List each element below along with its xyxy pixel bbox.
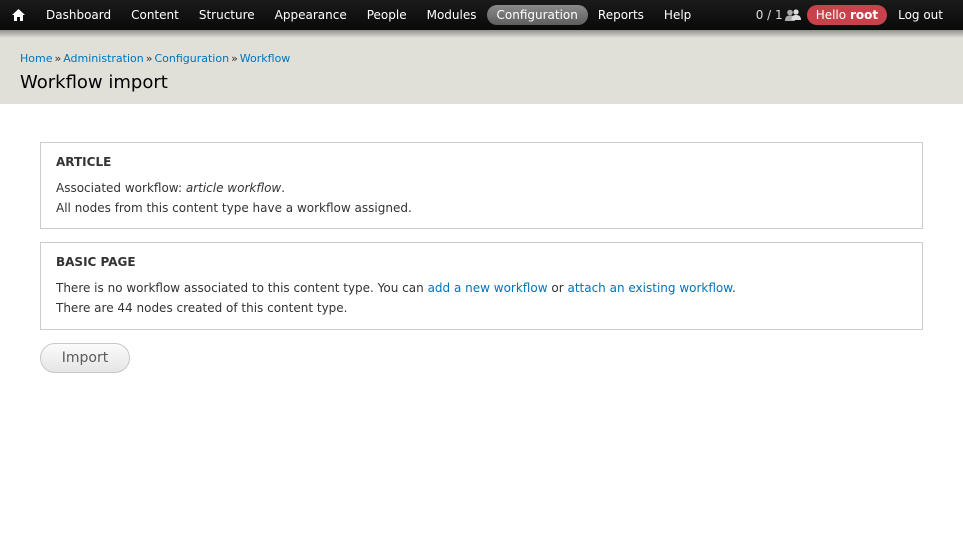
basic-page-fieldset: BASIC PAGE There is no workflow associat…: [40, 242, 923, 330]
basic-page-nodes-line: There are 44 nodes created of this conte…: [56, 301, 348, 315]
add-new-workflow-link[interactable]: add a new workflow: [428, 281, 548, 295]
online-users-count: 0 / 1: [755, 8, 783, 22]
basic-page-workflow-line: There is no workflow associated to this …: [56, 278, 907, 298]
toolbar-shadow: [0, 30, 963, 38]
article-workflow-suffix: .: [281, 181, 286, 195]
breadcrumb-administration[interactable]: Administration: [63, 52, 144, 65]
menu-item-help[interactable]: Help: [654, 5, 701, 25]
toolbar-user-area: 0 / 1 Hello root Log out: [756, 0, 963, 30]
basic-page-workflow-prefix: There is no workflow associated to this …: [56, 281, 424, 295]
hello-user-link[interactable]: Hello root: [806, 5, 888, 25]
article-workflow-prefix: Associated workflow:: [56, 181, 182, 195]
breadcrumb-separator: »: [231, 52, 238, 65]
basic-page-legend: BASIC PAGE: [56, 255, 136, 269]
article-legend: ARTICLE: [56, 155, 112, 169]
menu-item-content[interactable]: Content: [121, 5, 189, 25]
menu-item-configuration[interactable]: Configuration: [486, 5, 588, 25]
breadcrumb-separator: »: [54, 52, 62, 65]
hello-prefix: Hello: [815, 8, 847, 22]
article-workflow-line: Associated workflow: article workflow.: [56, 178, 907, 198]
article-status-line: All nodes from this content type have a …: [56, 201, 412, 215]
users-icon: [784, 8, 801, 22]
menu-item-structure[interactable]: Structure: [189, 5, 265, 25]
menu-item-reports[interactable]: Reports: [588, 5, 654, 25]
basic-page-or: or: [551, 281, 564, 295]
breadcrumb: Home» Administration» Configuration» Workfl…: [20, 52, 290, 65]
basic-page-workflow-suffix: .: [731, 281, 736, 295]
hello-username: root: [849, 8, 879, 22]
breadcrumb-separator: »: [145, 52, 153, 65]
breadcrumb-home[interactable]: Home: [20, 52, 52, 65]
breadcrumb-configuration[interactable]: Configuration: [154, 52, 229, 65]
menu-item-dashboard[interactable]: Dashboard: [36, 5, 121, 25]
article-workflow-name: article workflow: [185, 181, 282, 195]
menu-item-modules[interactable]: Modules: [417, 5, 487, 25]
page-header: Home» Administration» Configuration» Workfl…: [0, 30, 963, 104]
admin-toolbar: Dashboard Content Structure Appearance P…: [0, 0, 963, 30]
menu-item-people[interactable]: People: [357, 5, 417, 25]
home-link[interactable]: [0, 0, 36, 30]
home-icon: [11, 9, 25, 21]
logout-link[interactable]: Log out: [887, 8, 963, 22]
attach-existing-workflow-link[interactable]: attach an existing workflow: [567, 281, 732, 295]
breadcrumb-workflow[interactable]: Workflow: [240, 52, 291, 65]
page-title: Workflow import: [20, 72, 168, 93]
toolbar-menu: Dashboard Content Structure Appearance P…: [36, 0, 701, 30]
online-users-counter: 0 / 1: [756, 8, 807, 22]
article-fieldset: ARTICLE Associated workflow: article wor…: [40, 142, 923, 229]
import-button[interactable]: Import: [40, 343, 130, 373]
menu-item-appearance[interactable]: Appearance: [265, 5, 357, 25]
